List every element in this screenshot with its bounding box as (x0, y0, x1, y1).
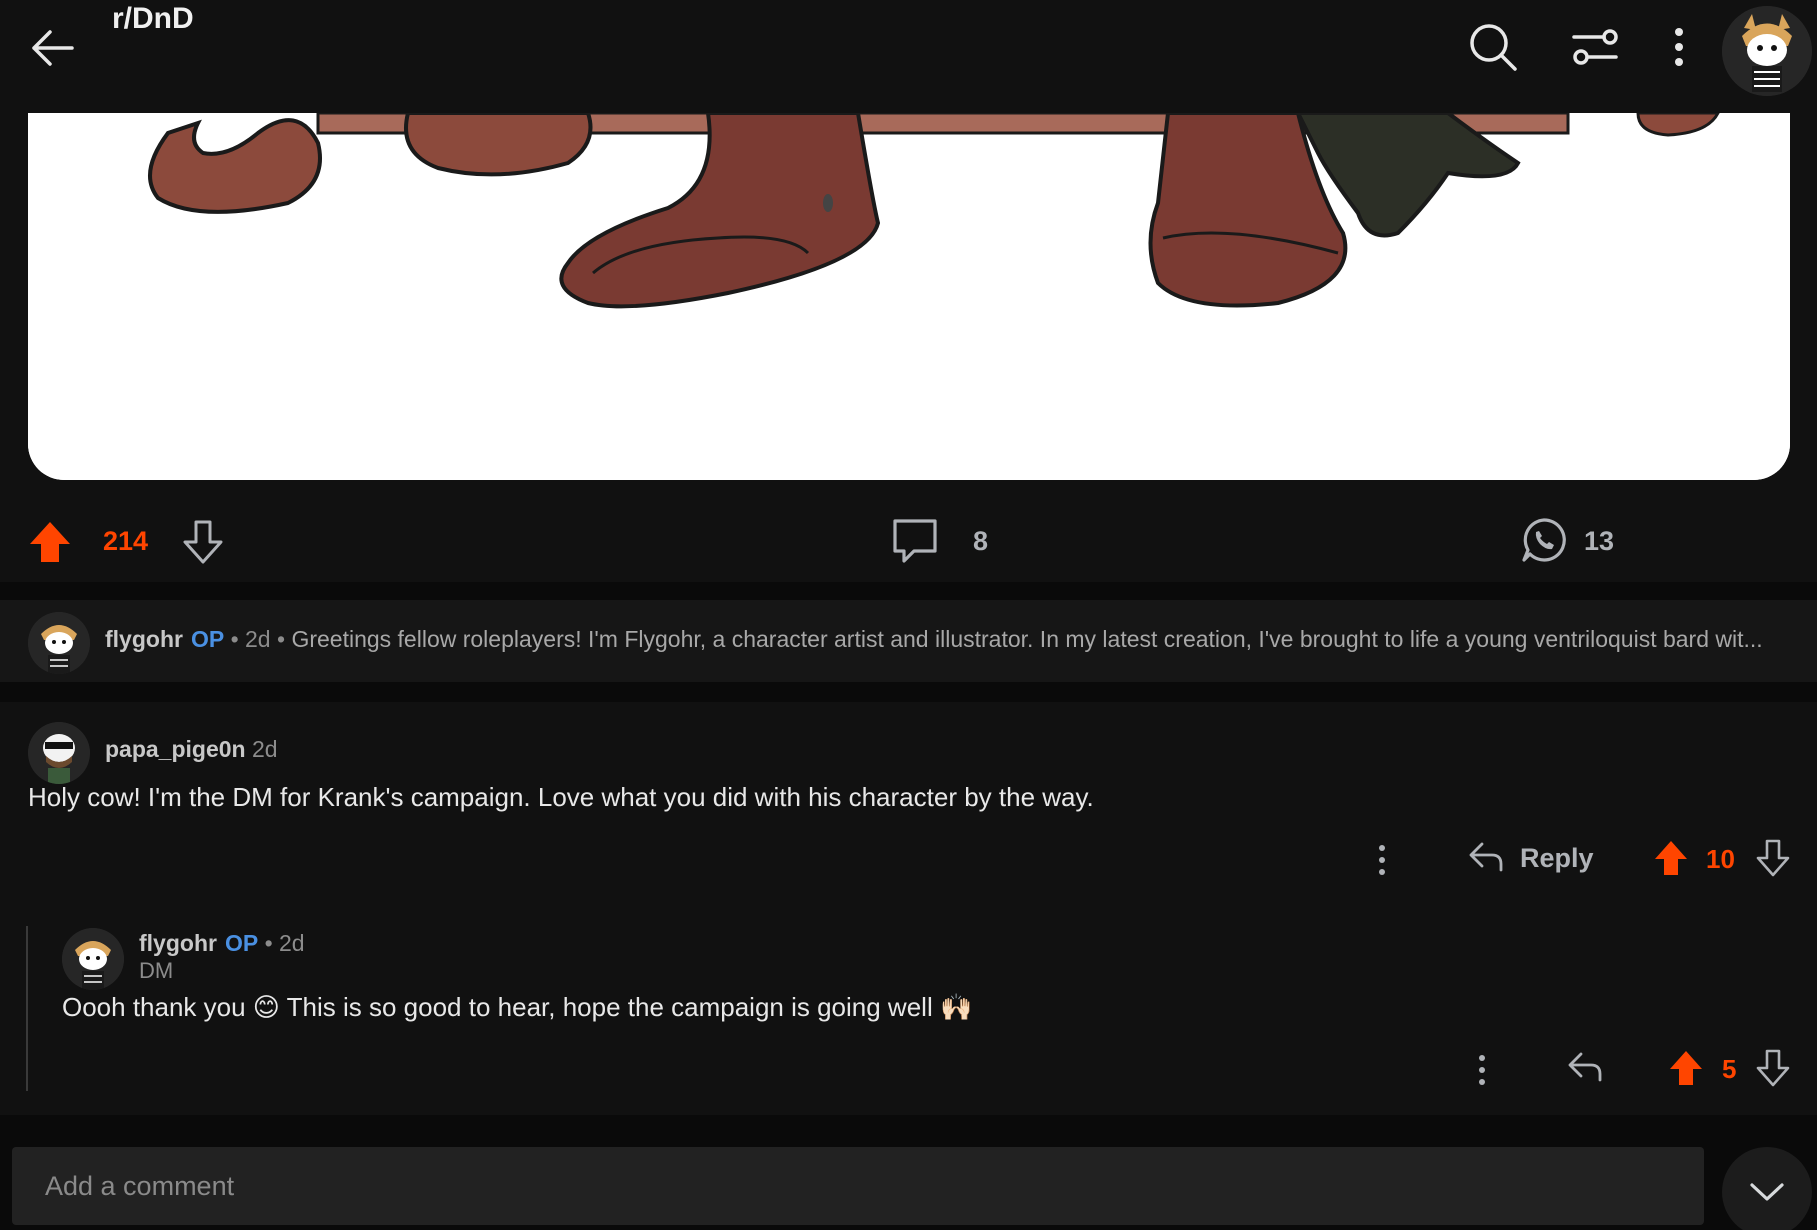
post-image[interactable] (28, 113, 1790, 480)
reply-arrow-icon[interactable] (1468, 840, 1504, 874)
comment-header: papa_pige0n 2d (105, 736, 278, 763)
back-arrow-icon[interactable] (28, 24, 76, 72)
avatar[interactable] (28, 612, 90, 674)
more-vertical-icon[interactable] (1470, 1052, 1494, 1088)
username[interactable]: papa_pige0n (105, 736, 246, 762)
downvote-icon[interactable] (1756, 839, 1790, 877)
collapse-button[interactable] (1722, 1147, 1812, 1230)
comment-count: 8 (973, 526, 989, 556)
share-count: 13 (1584, 526, 1615, 556)
comment-time: 2d (252, 736, 278, 762)
upvote-icon[interactable] (1668, 1049, 1704, 1087)
comment-score: 10 (1706, 844, 1735, 874)
divider (0, 582, 1817, 602)
op-post-summary[interactable]: flygohr OP • 2d • Greetings fellow rolepl… (0, 600, 1817, 682)
upvote-icon[interactable] (1653, 839, 1689, 877)
user-flair: DM (139, 958, 174, 983)
comment-score: 5 (1722, 1054, 1737, 1084)
comment-time: • 2d (258, 930, 305, 956)
whatsapp-share-icon[interactable] (1520, 516, 1568, 564)
op-badge: OP (190, 626, 225, 652)
downvote-icon[interactable] (182, 518, 224, 566)
chevron-down-icon (1750, 1183, 1784, 1201)
add-comment-input[interactable] (12, 1147, 1704, 1225)
user-avatar[interactable] (1722, 6, 1812, 96)
post-meta: • 2d • (224, 626, 292, 652)
downvote-icon[interactable] (1756, 1049, 1790, 1087)
avatar[interactable] (62, 928, 124, 990)
divider (0, 682, 1817, 702)
op-summary-line: flygohr OP • 2d • Greetings fellow rolepl… (105, 626, 1785, 653)
reply-arrow-icon[interactable] (1567, 1050, 1603, 1084)
post-action-bar: 214 8 13 (0, 492, 1817, 594)
comment-composer-bar (0, 1115, 1817, 1230)
reply-button[interactable]: Reply (1520, 843, 1594, 874)
filter-sliders-icon[interactable] (1568, 20, 1622, 74)
avatar[interactable] (28, 722, 90, 784)
username[interactable]: flygohr (105, 626, 183, 652)
op-badge: OP (224, 930, 259, 956)
comment-body: Oooh thank you 😊 This is so good to hear… (62, 992, 973, 1022)
search-icon[interactable] (1466, 20, 1520, 74)
comment-reply: flygohr OP • 2d DM Oooh thank you 😊 This … (30, 912, 1817, 1112)
top-app-bar: r/DnD (0, 0, 1817, 113)
comment-bubble-icon[interactable] (890, 516, 940, 566)
subreddit-title[interactable]: r/DnD (112, 2, 194, 36)
comment-body: Holy cow! I'm the DM for Krank's campaig… (28, 782, 1094, 812)
comment: papa_pige0n 2d Holy cow! I'm the DM for … (0, 702, 1817, 902)
post-body-preview: Greetings fellow roleplayers! I'm Flygoh… (291, 626, 1763, 652)
username[interactable]: flygohr (139, 930, 217, 956)
more-vertical-icon[interactable] (1370, 842, 1394, 878)
more-vertical-icon[interactable] (1652, 20, 1706, 74)
upvote-icon[interactable] (28, 518, 72, 566)
post-score: 214 (103, 526, 149, 556)
comment-header: flygohr OP • 2d (139, 930, 305, 957)
thread-line[interactable] (26, 926, 28, 1091)
